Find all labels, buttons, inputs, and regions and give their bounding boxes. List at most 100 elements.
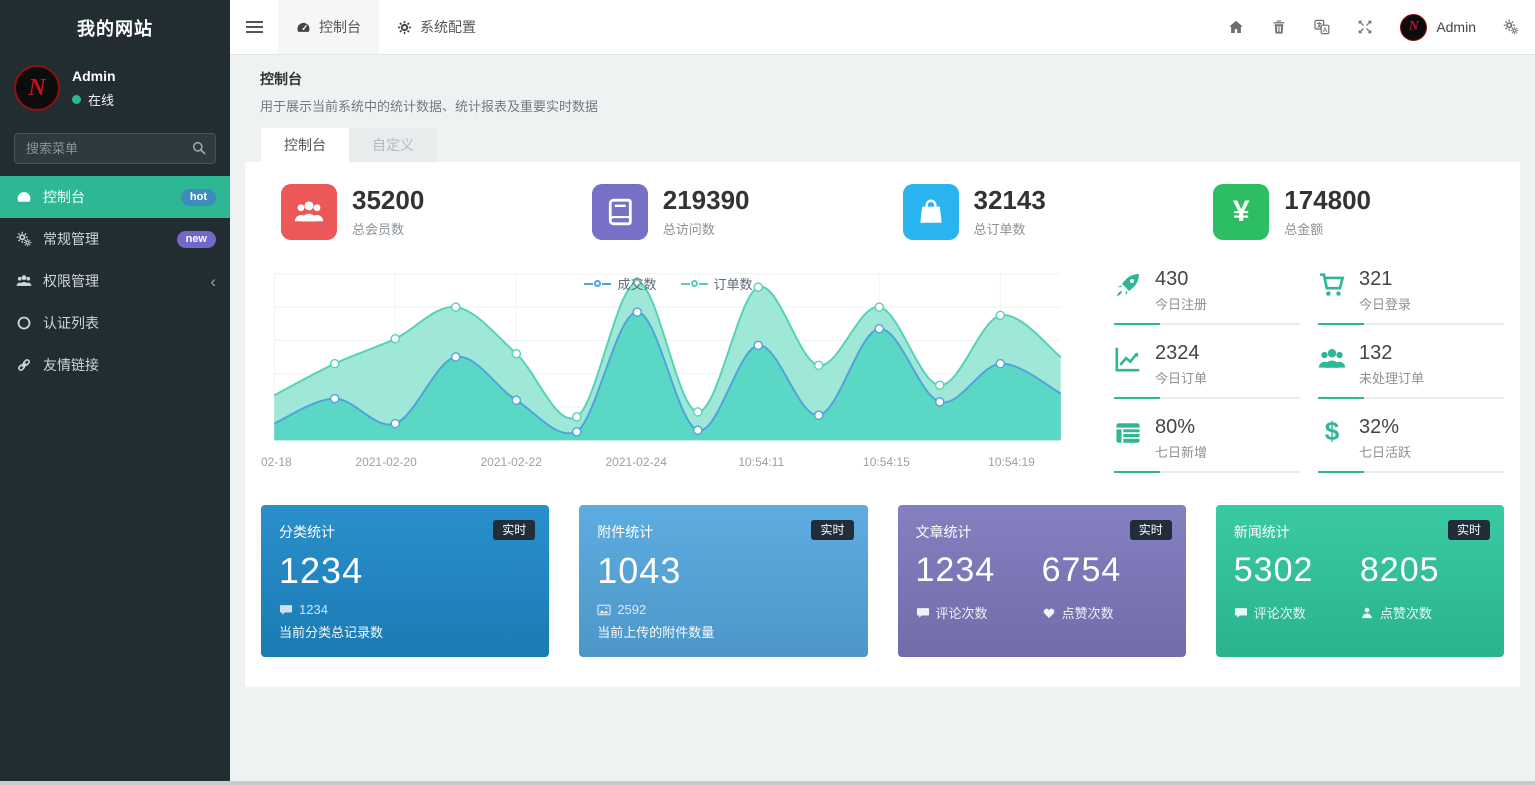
realtime-badge: 实时 (493, 520, 535, 540)
top-navbar: 控制台 系统配置 A N Admin (230, 0, 1535, 55)
quick-stat-today-logins: 321今日登录 (1318, 268, 1504, 325)
content-tabs: 控制台 自定义 (261, 128, 1520, 162)
tachometer-icon (296, 20, 311, 35)
card-news-stats: 新闻统计 实时 5302 评论次数 8205 点赞次数 (1216, 505, 1504, 657)
comment-icon (1234, 606, 1248, 620)
dollar-icon: $ (1318, 418, 1346, 444)
sidebar-item-cert-list[interactable]: 认证列表 (0, 302, 230, 344)
status-label: 在线 (88, 90, 114, 109)
legend-item-orders[interactable]: 订单数 (681, 274, 753, 293)
sidebar-item-label: 认证列表 (43, 313, 99, 333)
sidebar: 我的网站 N Admin 在线 控制台 hot 常规管理 new 权限管理 ‹ (0, 0, 230, 785)
tachometer-icon (16, 189, 32, 205)
sidebar-item-label: 常规管理 (43, 229, 99, 249)
search-input[interactable] (14, 133, 216, 164)
sidebar-item-label: 友情链接 (43, 355, 99, 375)
sidebar-item-label: 控制台 (43, 187, 85, 207)
quick-stat-today-registered: 430今日注册 (1114, 268, 1300, 325)
trash-icon[interactable] (1271, 19, 1287, 35)
users-icon (16, 273, 32, 289)
stat-total-visits: 219390 总访问数 (572, 184, 883, 240)
link-icon (16, 357, 32, 373)
gears-icon[interactable] (1503, 19, 1519, 35)
summary-cards-row: 分类统计 实时 1234 1234 当前分类总记录数 附件统计 实时 1043 … (261, 505, 1504, 657)
gear-icon (397, 20, 412, 35)
navbar-tab-system-config[interactable]: 系统配置 (379, 0, 494, 54)
quick-stat-7day-active: $ 32%七日活跃 (1318, 416, 1504, 473)
circle-icon (16, 315, 32, 331)
stat-value: 35200 (352, 187, 424, 213)
sidebar-item-links[interactable]: 友情链接 (0, 344, 230, 386)
sidebar-item-label: 权限管理 (43, 271, 99, 291)
stat-label: 总会员数 (352, 219, 424, 238)
hot-badge: hot (181, 189, 216, 206)
metric-likes: 6754 点赞次数 (1042, 553, 1168, 622)
sidebar-item-dashboard[interactable]: 控制台 hot (0, 176, 230, 218)
area-chart-plot[interactable] (261, 268, 1076, 449)
metric-comments: 1234 评论次数 (916, 553, 1042, 622)
card-attachment-stats: 附件统计 实时 1043 2592 当前上传的附件数量 (579, 505, 867, 657)
realtime-badge: 实时 (811, 520, 853, 540)
metric-comments: 5302 评论次数 (1234, 553, 1360, 622)
expand-icon[interactable] (1357, 19, 1373, 35)
page-header: 控制台 用于展示当前系统中的统计数据、统计报表及重要实时数据 (260, 69, 1505, 115)
chart-x-axis-labels: 02-182021-02-202021-02-222021-02-2410:54… (261, 455, 1076, 473)
realtime-badge: 实时 (1448, 520, 1490, 540)
stat-label: 总订单数 (974, 219, 1046, 238)
quick-stats-grid: 430今日注册 321今日登录 2324今日订单 132未处理订单 80%七日新… (1114, 268, 1504, 473)
shopping-bag-icon (903, 184, 959, 240)
sales-chart[interactable]: 成交数 订单数 02-182021-02-202021-02-222021-02… (261, 268, 1076, 473)
navbar-tab-label: 控制台 (319, 17, 361, 37)
person-icon (1360, 606, 1374, 620)
horizontal-scrollbar[interactable] (0, 781, 1535, 785)
avatar: N (1400, 14, 1427, 41)
sidebar-item-general[interactable]: 常规管理 new (0, 218, 230, 260)
home-icon[interactable] (1228, 19, 1244, 35)
cart-icon (1318, 271, 1346, 299)
quick-stat-today-orders: 2324今日订单 (1114, 342, 1300, 399)
stat-value: 219390 (663, 187, 750, 213)
quick-stat-unprocessed-orders: 132未处理订单 (1318, 342, 1504, 399)
comment-icon (916, 606, 930, 620)
middle-row: 成交数 订单数 02-182021-02-202021-02-222021-02… (261, 268, 1504, 473)
search-icon[interactable] (191, 140, 207, 156)
tab-dashboard[interactable]: 控制台 (261, 128, 349, 162)
new-badge: new (177, 231, 216, 248)
rocket-icon (1114, 271, 1142, 299)
users-icon (281, 184, 337, 240)
translate-icon[interactable]: A (1314, 19, 1330, 35)
dashboard-panel: 35200 总会员数 219390 总访问数 32143 总订单数 ¥ 1748… (245, 162, 1520, 687)
navbar-tab-label: 系统配置 (420, 17, 476, 37)
page-title: 控制台 (260, 69, 1505, 89)
card-category-stats: 分类统计 实时 1234 1234 当前分类总记录数 (261, 505, 549, 657)
chart-legend: 成交数 订单数 (261, 274, 1076, 293)
stats-row: 35200 总会员数 219390 总访问数 32143 总订单数 ¥ 1748… (261, 184, 1504, 240)
card-article-stats: 文章统计 实时 1234 评论次数 6754 点赞次数 (898, 505, 1186, 657)
sidebar-menu: 控制台 hot 常规管理 new 权限管理 ‹ 认证列表 友情链接 (0, 176, 230, 386)
navbar-right: A N Admin (1228, 0, 1535, 54)
card-description: 当前上传的附件数量 (597, 622, 849, 641)
main-content: 控制台 用于展示当前系统中的统计数据、统计报表及重要实时数据 控制台 自定义 3… (230, 55, 1535, 785)
legend-item-deals[interactable]: 成交数 (584, 274, 656, 293)
stat-label: 总金额 (1284, 219, 1371, 238)
gears-icon (16, 231, 32, 247)
stat-value: 174800 (1284, 187, 1371, 213)
card-value: 1234 (279, 553, 531, 589)
stat-total-amount: ¥ 174800 总金额 (1193, 184, 1504, 240)
heart-icon (1042, 606, 1056, 620)
user-menu[interactable]: N Admin (1400, 14, 1476, 41)
avatar[interactable]: N (14, 65, 60, 111)
user-name: Admin (1436, 19, 1476, 35)
navbar-tab-dashboard[interactable]: 控制台 (278, 0, 379, 54)
site-title[interactable]: 我的网站 (0, 0, 230, 55)
tab-custom[interactable]: 自定义 (349, 128, 437, 162)
card-value: 1043 (597, 553, 849, 589)
table-icon (1114, 419, 1142, 447)
users-icon (1318, 345, 1346, 373)
page-subtitle: 用于展示当前系统中的统计数据、统计报表及重要实时数据 (260, 96, 1505, 115)
user-name: Admin (72, 68, 116, 84)
sidebar-item-auth[interactable]: 权限管理 ‹ (0, 260, 230, 302)
menu-toggle-icon[interactable] (230, 0, 278, 54)
card-description: 当前分类总记录数 (279, 622, 531, 641)
stat-label: 总访问数 (663, 219, 750, 238)
